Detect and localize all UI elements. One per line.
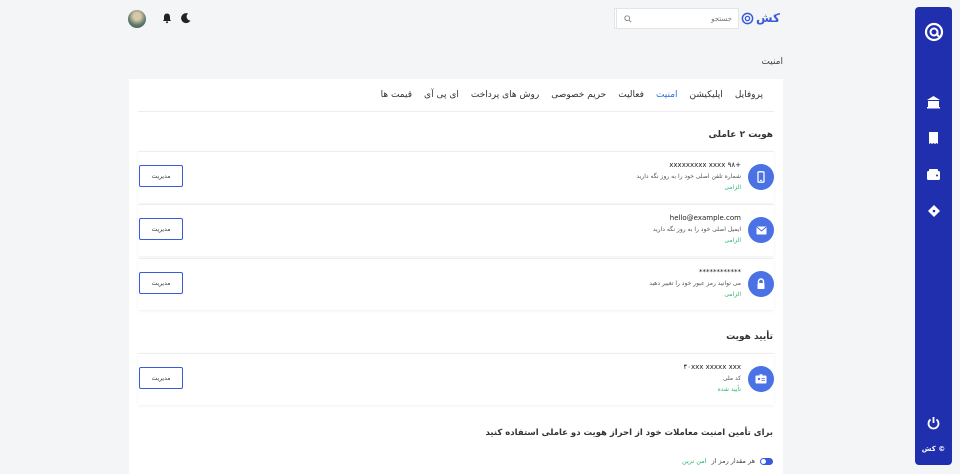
national-id-description: کد ملی bbox=[722, 375, 741, 382]
manage-national-id-button[interactable]: مدیریت bbox=[139, 367, 183, 389]
brand-logo[interactable]: کش bbox=[741, 11, 780, 25]
identity-title: تأیید هویت bbox=[726, 332, 773, 342]
toggle-strength-label: امن ترین bbox=[682, 457, 707, 465]
national-id-value: ۴۰xxx xxxxx xxx bbox=[683, 363, 741, 371]
settings-card: پروفایل اپلیکیشن امنیت فعالیت حریم خصوصی… bbox=[129, 79, 783, 474]
password-strength-toggle-row: هر مقدار رمز از امن ترین bbox=[682, 457, 773, 465]
toggle-label: هر مقدار رمز از bbox=[711, 457, 756, 465]
wallet-icon[interactable] bbox=[926, 168, 941, 182]
brand-name: کش bbox=[756, 11, 780, 25]
search-icon bbox=[623, 14, 632, 23]
phone-icon bbox=[748, 164, 774, 190]
manage-email-button[interactable]: مدیریت bbox=[139, 218, 183, 240]
tab-api[interactable]: ای پی آی bbox=[424, 90, 459, 100]
tab-security[interactable]: امنیت bbox=[656, 90, 678, 100]
avatar[interactable] bbox=[128, 10, 146, 28]
tabs-divider bbox=[138, 111, 774, 112]
power-icon[interactable] bbox=[926, 416, 941, 430]
bank-icon[interactable] bbox=[926, 95, 941, 109]
manage-password-button[interactable]: مدیریت bbox=[139, 272, 183, 294]
row-text: hello@example.com ایمیل اصلی خود را به ر… bbox=[653, 213, 741, 246]
invoice-icon[interactable] bbox=[926, 131, 941, 145]
at-icon bbox=[741, 12, 754, 24]
tab-payment-methods[interactable]: روش های پرداخت bbox=[471, 90, 539, 100]
mail-icon bbox=[748, 217, 774, 243]
national-id-status: تأیید شده bbox=[717, 386, 741, 393]
ticket-icon[interactable] bbox=[926, 204, 941, 218]
two-factor-note: برای تأمین امنیت معاملات خود از احراز هو… bbox=[485, 428, 774, 438]
row-text: ۴۰xxx xxxxx xxx کد ملی تأیید شده bbox=[683, 362, 741, 395]
at-logo-icon[interactable] bbox=[924, 22, 944, 42]
email-description: ایمیل اصلی خود را به روز نگه دارید bbox=[652, 226, 741, 233]
page-title: امنیت bbox=[761, 57, 783, 67]
sidebar: © کش bbox=[915, 7, 952, 465]
moon-icon[interactable] bbox=[180, 12, 192, 24]
two-factor-row-email: hello@example.com ایمیل اصلی خود را به ر… bbox=[138, 204, 774, 256]
phone-value: +۹۸ xxxxxxxxx xxxx bbox=[669, 161, 741, 169]
manage-phone-button[interactable]: مدیریت bbox=[139, 165, 183, 187]
password-value: ************ bbox=[699, 268, 741, 276]
two-factor-row-phone: +۹۸ xxxxxxxxx xxxx شماره تلفن اصلی خود ر… bbox=[138, 151, 774, 203]
identity-row-national-id: ۴۰xxx xxxxx xxx کد ملی تأیید شده مدیریت bbox=[138, 353, 774, 405]
search-box bbox=[614, 8, 739, 29]
row-text: +۹۸ xxxxxxxxx xxxx شماره تلفن اصلی خود ر… bbox=[636, 160, 741, 193]
sidebar-footer: © کش bbox=[921, 445, 946, 453]
password-strength-toggle[interactable] bbox=[760, 457, 773, 465]
two-factor-title: هویت ۲ عاملی bbox=[708, 130, 773, 140]
tab-bar: پروفایل اپلیکیشن امنیت فعالیت حریم خصوصی… bbox=[381, 90, 763, 100]
id-card-icon bbox=[748, 366, 774, 392]
search-button[interactable] bbox=[616, 9, 638, 28]
phone-description: شماره تلفن اصلی خود را به روز نگه دارید bbox=[636, 173, 741, 180]
row-text: ************ می توانید رمز عبور خود را ت… bbox=[649, 267, 741, 300]
tab-pricing[interactable]: قیمت ها bbox=[381, 90, 412, 100]
tab-privacy[interactable]: حریم خصوصی bbox=[551, 90, 606, 100]
password-description: می توانید رمز عبور خود را تغییر دهید bbox=[649, 280, 741, 287]
phone-status: الزامی bbox=[724, 184, 741, 191]
tab-profile[interactable]: پروفایل bbox=[735, 90, 763, 100]
email-status: الزامی bbox=[724, 237, 741, 244]
tab-application[interactable]: اپلیکیشن bbox=[690, 90, 723, 100]
search-input[interactable] bbox=[638, 9, 738, 28]
email-value: hello@example.com bbox=[669, 214, 741, 222]
lock-icon bbox=[748, 271, 774, 297]
bell-icon[interactable] bbox=[161, 12, 173, 24]
two-factor-row-password: ************ می توانید رمز عبور خود را ت… bbox=[138, 258, 774, 310]
tab-activity[interactable]: فعالیت bbox=[618, 90, 644, 100]
password-status: الزامی bbox=[724, 291, 741, 298]
